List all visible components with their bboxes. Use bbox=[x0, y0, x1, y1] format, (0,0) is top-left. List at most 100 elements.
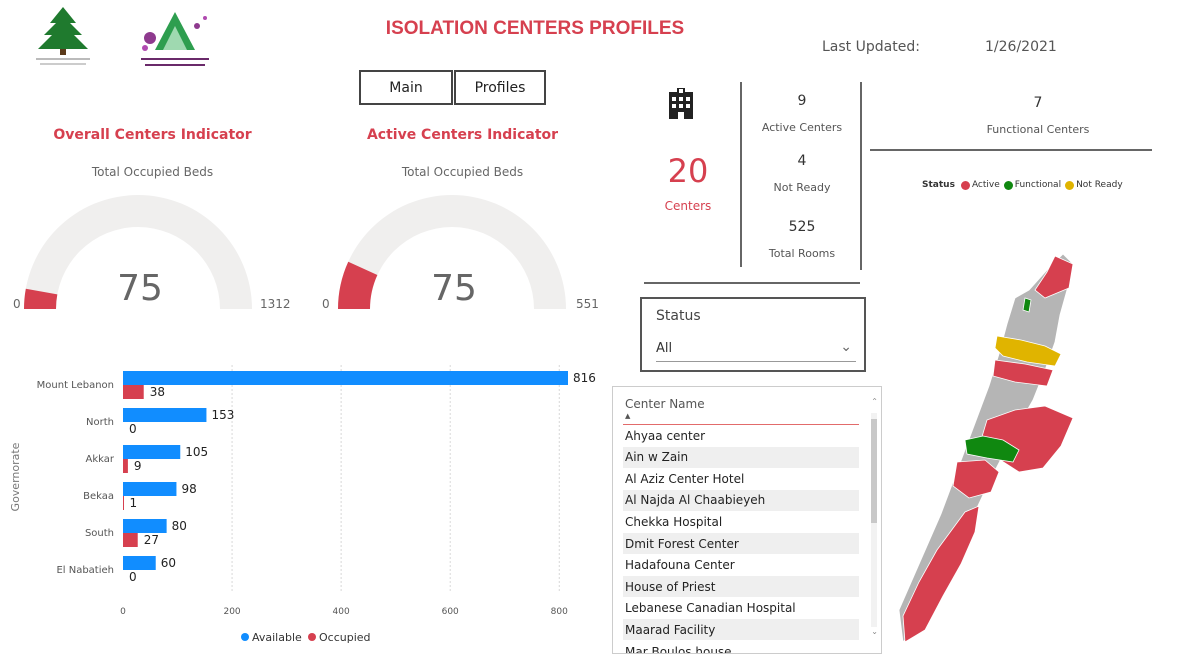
bar-available-value: 816 bbox=[573, 371, 596, 385]
category-label: Mount Lebanon bbox=[37, 380, 114, 391]
bar-occupied-value: 38 bbox=[150, 385, 165, 399]
legend-available-dot bbox=[241, 633, 249, 641]
bar-occupied-value: 0 bbox=[129, 570, 137, 584]
active-gauge-min: 0 bbox=[322, 297, 330, 311]
active-centers-value: 9 bbox=[797, 93, 807, 109]
bar-available bbox=[123, 371, 568, 385]
center-row[interactable]: Mar Boulos house bbox=[623, 641, 859, 654]
functional-centers-value: 7 bbox=[1033, 95, 1043, 111]
status-slicer-title: Status bbox=[656, 308, 701, 324]
bar-occupied bbox=[123, 385, 144, 399]
center-row[interactable]: Lebanese Canadian Hospital bbox=[623, 598, 859, 619]
x-tick-label: 0 bbox=[120, 607, 126, 617]
building-icon bbox=[666, 88, 696, 124]
status-dropdown[interactable]: All ⌄ bbox=[656, 336, 856, 362]
status-dropdown-value: All bbox=[656, 341, 673, 356]
not-ready-label: Not Ready bbox=[773, 181, 831, 194]
bar-occupied-value: 0 bbox=[129, 422, 137, 436]
y-axis-title: Governorate bbox=[9, 442, 22, 511]
bar-available-value: 60 bbox=[161, 556, 176, 570]
legend-functional[interactable]: Functional bbox=[1003, 180, 1062, 190]
center-name-header[interactable]: Center Name ▲ bbox=[623, 397, 859, 425]
bar-available bbox=[123, 519, 167, 533]
legend-functional-label: Functional bbox=[1014, 180, 1062, 190]
centers-count: 20 bbox=[667, 152, 709, 190]
active-gauge-title: Active Centers Indicator bbox=[366, 127, 559, 143]
legend-occupied-label: Occupied bbox=[319, 631, 371, 644]
bar-available bbox=[123, 445, 181, 459]
category-label: North bbox=[86, 417, 114, 428]
scroll-down-icon[interactable]: ⌄ bbox=[871, 627, 878, 636]
category-label: South bbox=[85, 528, 114, 539]
cedar-logo bbox=[28, 5, 98, 70]
x-tick-label: 800 bbox=[551, 607, 568, 617]
bar-occupied-value: 27 bbox=[144, 533, 159, 547]
center-row[interactable]: Hadafouna Center bbox=[623, 555, 859, 576]
governorate-bar-chart: 0 200 400 600 800GovernorateMount Lebanon816… bbox=[9, 365, 596, 644]
bar-available-value: 80 bbox=[172, 519, 187, 533]
legend-not-ready[interactable]: Not Ready bbox=[1065, 180, 1123, 190]
profiles-button[interactable]: Profiles bbox=[454, 70, 546, 105]
overall-gauge-min: 0 bbox=[13, 297, 21, 311]
bar-available bbox=[123, 482, 177, 496]
legend-active[interactable]: Active bbox=[960, 180, 1000, 190]
map-legend: Status Active Functional Not Ready bbox=[922, 180, 1127, 190]
center-row[interactable]: Al Najda Al Chaabieyeh bbox=[623, 489, 859, 511]
scroll-up-icon[interactable]: ⌃ bbox=[871, 397, 878, 406]
kpi-divider-functional bbox=[870, 149, 1152, 151]
center-name-header-label: Center Name bbox=[625, 397, 705, 411]
total-rooms-value: 525 bbox=[788, 219, 816, 235]
active-gauge-max: 551 bbox=[576, 297, 599, 311]
center-row[interactable]: Dmit Forest Center bbox=[623, 533, 859, 554]
scrollbar-thumb[interactable] bbox=[871, 419, 877, 523]
status-slicer: Status All ⌄ bbox=[640, 297, 866, 372]
total-rooms-label: Total Rooms bbox=[768, 247, 836, 260]
lebanon-map[interactable] bbox=[895, 250, 1085, 645]
center-row[interactable]: Ahyaa center bbox=[623, 425, 859, 446]
last-updated-value: 1/26/2021 bbox=[985, 39, 1057, 55]
bar-occupied bbox=[123, 496, 124, 510]
bar-occupied bbox=[123, 533, 138, 547]
category-label: Bekaa bbox=[83, 491, 114, 502]
x-tick-label: 400 bbox=[333, 607, 350, 617]
main-button[interactable]: Main bbox=[359, 70, 453, 105]
center-row[interactable]: Maarad Facility bbox=[623, 619, 859, 641]
kpi-divider-left bbox=[740, 82, 742, 267]
committee-logo bbox=[135, 8, 215, 73]
map-legend-title: Status bbox=[922, 180, 955, 190]
legend-active-label: Active bbox=[971, 180, 1000, 190]
page-title: ISOLATION CENTERS PROFILES bbox=[385, 18, 685, 39]
kpi-divider-bottom bbox=[644, 282, 860, 284]
bar-available bbox=[123, 408, 207, 422]
center-row[interactable]: Al Aziz Center Hotel bbox=[623, 468, 859, 489]
bar-available bbox=[123, 556, 156, 570]
active-gauge-value: 75 bbox=[431, 268, 477, 309]
center-row[interactable]: Chekka Hospital bbox=[623, 511, 859, 532]
category-label: El Nabatieh bbox=[56, 565, 114, 576]
legend-occupied-dot bbox=[308, 633, 316, 641]
bar-available-value: 105 bbox=[185, 445, 208, 459]
bar-occupied-value: 9 bbox=[134, 459, 142, 473]
bar-available-value: 153 bbox=[211, 408, 234, 422]
bar-available-value: 98 bbox=[181, 482, 196, 496]
center-name-table: Center Name ▲ Ahyaa center Ain w Zain Al A… bbox=[612, 386, 882, 654]
kpi-divider-right bbox=[860, 82, 862, 270]
center-row[interactable]: House of Priest bbox=[623, 576, 859, 598]
bar-occupied-value: 1 bbox=[130, 496, 138, 510]
overall-gauge-max: 1312 bbox=[260, 297, 291, 311]
not-ready-value: 4 bbox=[797, 153, 807, 169]
sort-asc-icon: ▲ bbox=[625, 412, 631, 420]
active-gauge-subtitle: Total Occupied Beds bbox=[401, 165, 524, 179]
active-centers-label: Active Centers bbox=[761, 121, 843, 134]
overall-gauge-subtitle: Total Occupied Beds bbox=[91, 165, 214, 179]
legend-not-ready-label: Not Ready bbox=[1076, 180, 1123, 190]
legend-available-label: Available bbox=[252, 631, 302, 644]
center-row[interactable]: Ain w Zain bbox=[623, 446, 859, 468]
legend-functional-dot bbox=[1003, 180, 1013, 190]
x-tick-label: 600 bbox=[442, 607, 459, 617]
overall-gauge-title: Overall Centers Indicator bbox=[53, 127, 252, 143]
centers-label: Centers bbox=[664, 199, 712, 213]
x-tick-label: 200 bbox=[223, 607, 240, 617]
last-updated-label: Last Updated: bbox=[822, 39, 920, 55]
category-label: Akkar bbox=[86, 454, 115, 465]
